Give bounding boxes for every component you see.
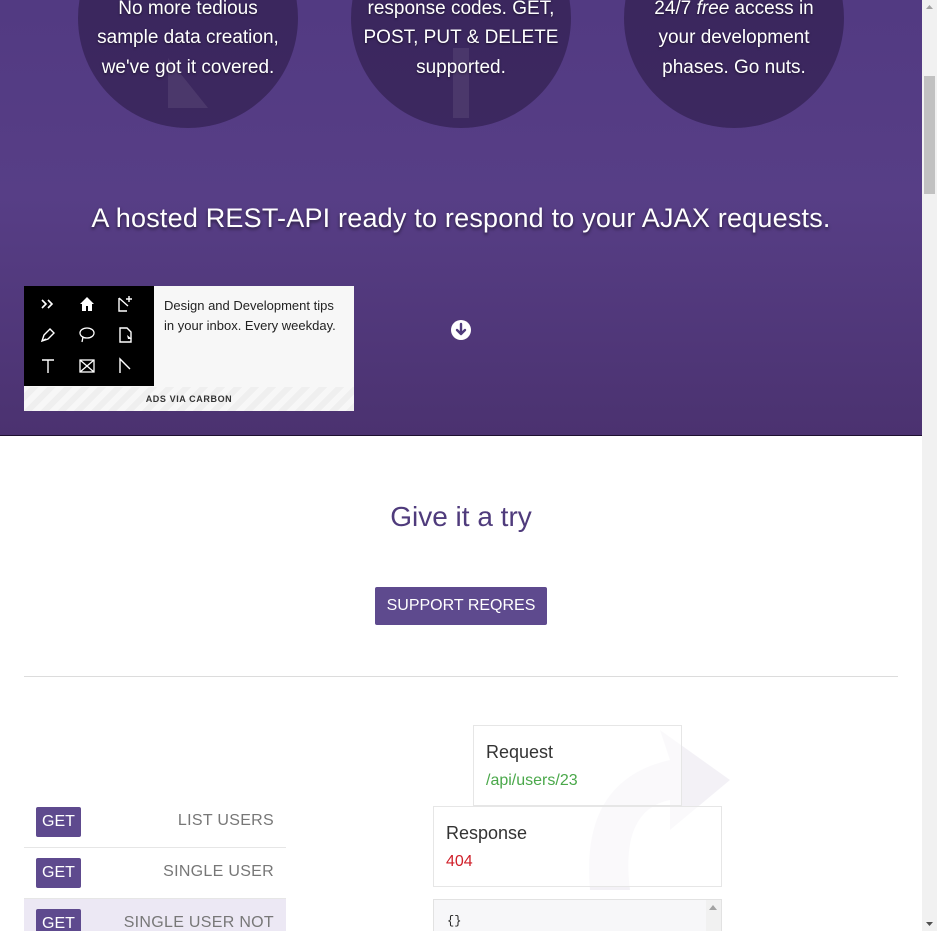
endpoint-item-single-user-not-found[interactable]: GET SINGLE USER NOT	[24, 899, 286, 931]
frame-icon	[79, 359, 95, 373]
endpoint-name: SINGLE USER NOT	[123, 914, 274, 931]
scrollbar-thumb[interactable]	[924, 76, 935, 194]
text-tool-icon	[42, 359, 54, 373]
request-url[interactable]: /api/users/23	[486, 772, 578, 790]
scroll-down-icon[interactable]	[922, 916, 937, 931]
scroll-down-arrow-icon[interactable]	[450, 319, 472, 341]
response-panel: Response 404	[433, 806, 722, 887]
ad-image[interactable]	[24, 286, 154, 386]
feature-circle-free-access: 24/7 free access in your development pha…	[624, 0, 844, 128]
response-body[interactable]: {}	[433, 899, 722, 931]
support-reqres-button[interactable]: SUPPORT REQRES	[375, 587, 547, 625]
feature-text-before: 24/7	[654, 0, 697, 19]
endpoint-item-single-user[interactable]: GET SINGLE USER	[24, 848, 286, 899]
hero-section: No more tedious sample data creation, we…	[0, 0, 922, 436]
endpoint-list: GET LIST USERS GET SINGLE USER GET SINGL…	[24, 797, 286, 931]
endpoint-name: LIST USERS	[177, 812, 274, 829]
request-panel: Request /api/users/23	[473, 725, 682, 806]
method-badge: GET	[36, 858, 81, 888]
endpoint-name: SINGLE USER	[163, 863, 274, 880]
carbon-ad[interactable]: Design and Development tips in your inbo…	[24, 286, 354, 411]
chevrons-right-icon	[41, 299, 54, 309]
page-scrollbar[interactable]	[922, 0, 937, 931]
scroll-up-icon[interactable]	[922, 0, 937, 15]
try-section-title: Give it a try	[390, 501, 532, 532]
home-icon	[80, 297, 94, 311]
feature-circle-sample-data: No more tedious sample data creation, we…	[78, 0, 298, 128]
ads-via-carbon-link[interactable]: ADS VIA CARBON	[24, 387, 354, 411]
feature-text: 24/7 free access in your development pha…	[624, 0, 844, 82]
angle-icon	[119, 357, 131, 373]
response-body-text: {}	[447, 914, 462, 928]
feature-text: Develop with real response codes. GET, P…	[363, 0, 559, 78]
method-badge: GET	[36, 807, 81, 837]
crop-icon	[119, 327, 132, 343]
response-body-scrollbar[interactable]	[706, 900, 721, 931]
method-badge: GET	[36, 909, 81, 931]
feature-circle-response-codes: Develop with real response codes. GET, P…	[351, 0, 571, 128]
scroll-up-arrow-icon[interactable]	[709, 905, 717, 910]
response-status: 404	[446, 853, 473, 870]
feature-text-emphasis: free	[696, 0, 730, 19]
section-divider	[24, 676, 898, 677]
feature-text: No more tedious sample data creation, we…	[97, 0, 279, 78]
lasso-icon	[79, 327, 95, 343]
pen-icon	[40, 328, 55, 343]
response-label: Response	[446, 823, 528, 843]
endpoint-item-list-users[interactable]: GET LIST USERS	[24, 797, 286, 848]
add-node-icon	[118, 296, 132, 312]
request-label: Request	[486, 742, 554, 762]
ad-text[interactable]: Design and Development tips in your inbo…	[164, 296, 346, 336]
hero-tagline: A hosted REST-API ready to respond to yo…	[91, 203, 831, 233]
